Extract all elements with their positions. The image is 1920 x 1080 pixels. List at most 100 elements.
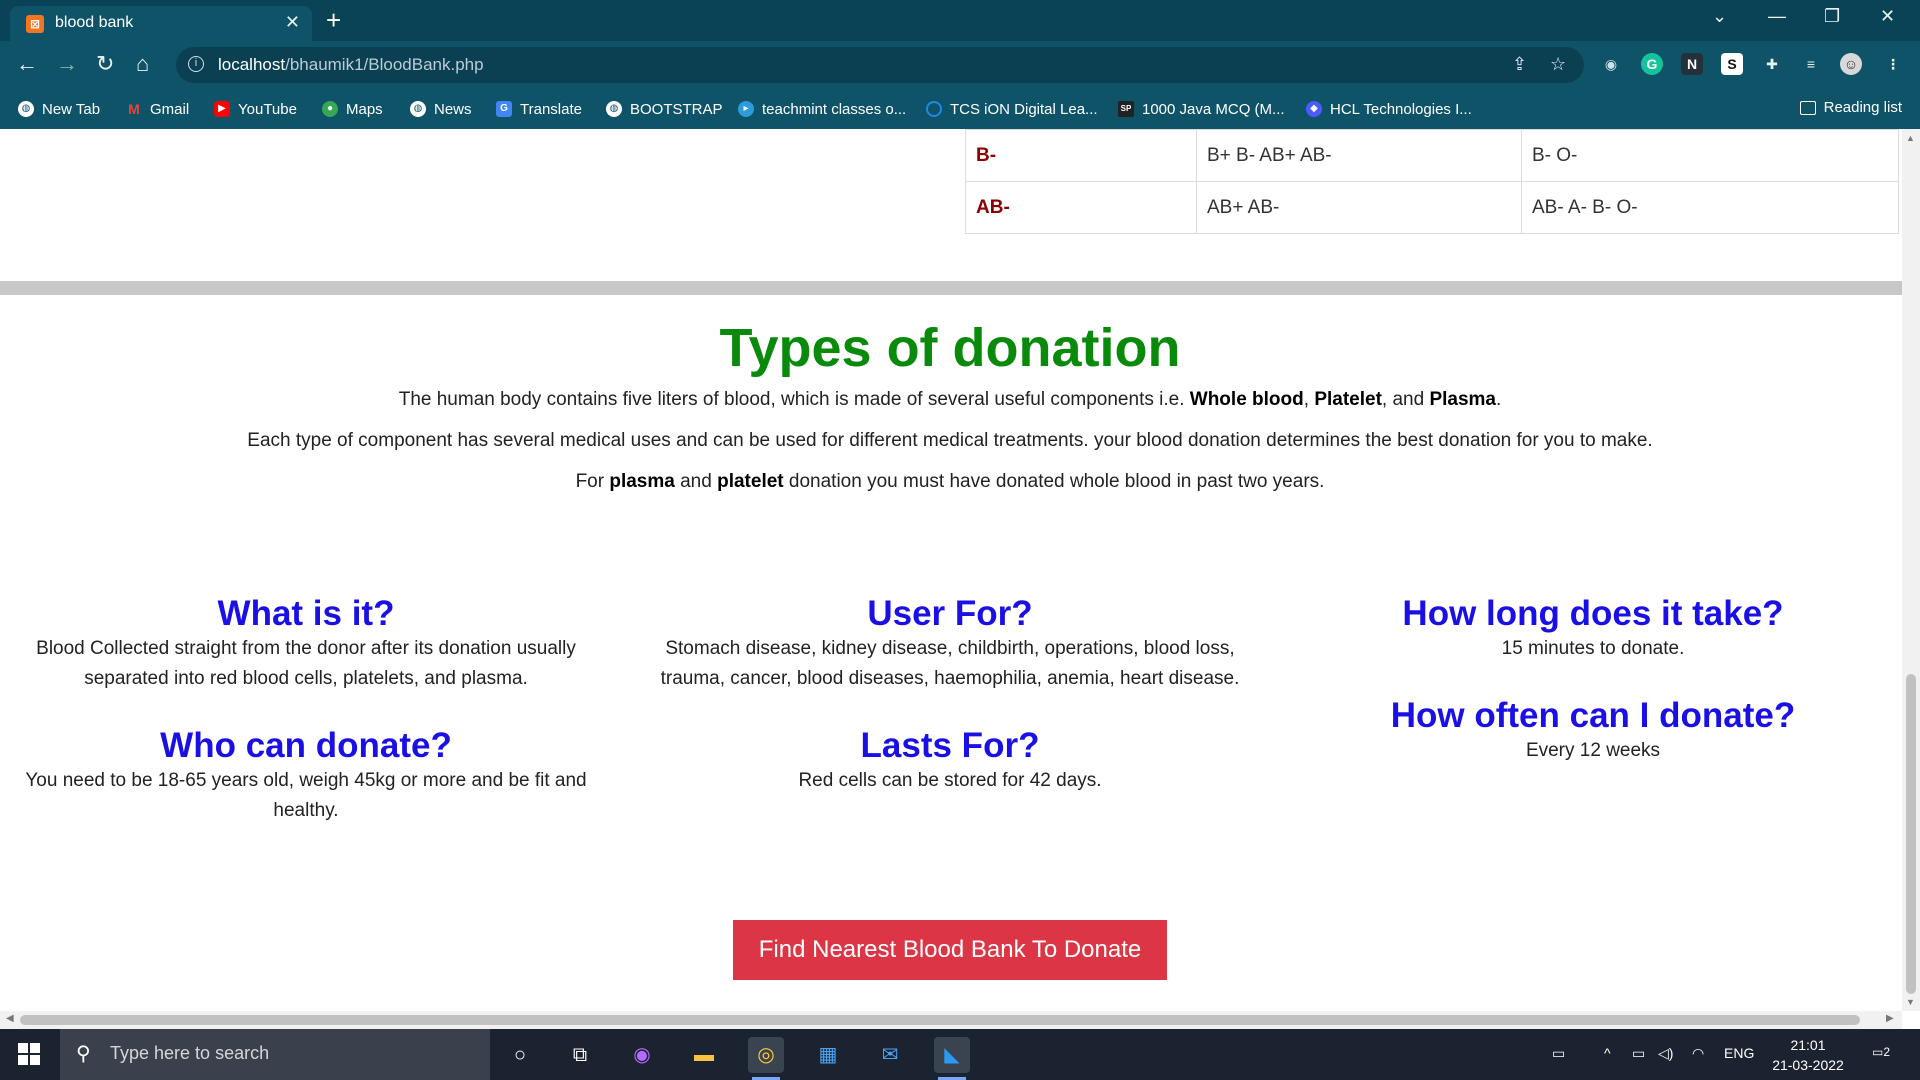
address-bar[interactable]: i localhost/bhaumik1/BloodBank.php ⇪ ☆ [176,47,1584,83]
bookmark-youtube[interactable]: ▶ YouTube [214,99,297,119]
cortana-icon[interactable]: ○ [502,1037,538,1073]
vertical-scroll-thumb[interactable] [1906,674,1916,994]
wifi-icon[interactable]: ◠ [1692,1045,1704,1062]
keyboard-icon[interactable]: ▭ [1552,1045,1565,1062]
how-long-section: How long does it take? 15 minutes to don… [1293,594,1893,664]
bookmark-bootstrap[interactable]: ◍ BOOTSTRAP [606,99,723,119]
profile-avatar[interactable]: ☺ [1840,53,1862,75]
home-icon[interactable]: ⌂ [136,51,149,77]
what-is-it-text: Blood Collected straight from the donor … [36,638,576,689]
translate-icon: G [496,101,512,117]
page-viewport: B- B+ B- AB+ AB- B- O- AB- AB+ AB- AB- A… [0,129,1902,1011]
teachmint-icon: ▸ [738,101,754,117]
tab-blood-bank[interactable]: ⊠ blood bank ✕ [10,6,312,41]
who-can-donate-heading: Who can donate? [160,726,452,765]
scroll-left-arrow-icon[interactable]: ◀ [6,1013,14,1024]
language-indicator[interactable]: ENG [1724,1045,1754,1061]
search-placeholder: Type here to search [110,1043,270,1063]
scroll-up-arrow-icon[interactable]: ▲ [1906,133,1915,143]
bookmark-teachmint[interactable]: ▸ teachmint classes o... [738,99,906,119]
table-row: B- B+ B- AB+ AB- B- O- [965,129,1899,182]
compatibility-table: B- B+ B- AB+ AB- B- O- AB- AB+ AB- AB- A… [965,129,1899,234]
horizontal-scroll-thumb[interactable] [20,1015,1860,1025]
blood-group-cell: AB- [965,181,1197,234]
task-view-icon[interactable]: ⧉ [562,1037,598,1073]
receive-from-cell: AB- A- B- O- [1521,181,1899,234]
battery-icon[interactable]: ▭ [1632,1045,1645,1062]
bookmark-star-icon[interactable]: ☆ [1550,54,1566,75]
bookmark-translate[interactable]: G Translate [496,99,582,119]
close-window-button[interactable]: ✕ [1880,6,1895,27]
bookmark-gmail[interactable]: M Gmail [126,99,189,119]
what-is-it-section: What is it? Blood Collected straight fro… [6,594,606,694]
s-extension-icon[interactable]: S [1721,53,1743,75]
bookmark-new-tab[interactable]: ◍ New Tab [18,99,100,119]
who-can-donate-text: You need to be 18-65 years old, weigh 45… [25,770,587,821]
how-long-heading: How long does it take? [1402,594,1784,633]
url-text: localhost/bhaumik1/BloodBank.php [218,55,484,74]
bookmark-tcs-ion[interactable]: TCS iON Digital Lea... [926,99,1098,119]
windows-taskbar: ⚲ Type here to search ○ ⧉ ◉ ▬ ◎ ▦ ✉ ◣ ▭ … [0,1029,1920,1080]
how-long-text: 15 minutes to donate. [1501,638,1685,659]
forward-arrow-icon[interactable]: → [56,51,78,77]
back-arrow-icon[interactable]: ← [16,51,38,77]
file-explorer-icon[interactable]: ▬ [686,1037,722,1073]
horizontal-scrollbar[interactable]: ◀ ▶ [0,1011,1902,1029]
chrome-taskbar-icon[interactable]: ◎ [748,1037,784,1080]
share-icon[interactable]: ⇪ [1512,54,1527,75]
site-info-icon[interactable]: i [188,56,204,72]
media-player-icon[interactable]: ◉ [624,1037,660,1073]
vscode-icon[interactable]: ◣ [934,1037,970,1080]
bookmarks-bar: ◍ New Tab M Gmail ▶ YouTube ● Maps ◍ New… [0,89,1920,129]
tcs-icon [926,101,942,117]
minimize-button[interactable]: — [1768,6,1786,27]
close-tab-icon[interactable]: ✕ [285,12,300,33]
clock[interactable]: 21:01 21-03-2022 [1764,1035,1852,1075]
bookmark-news[interactable]: ◍ News [410,99,472,119]
reload-icon[interactable]: ↻ [96,51,114,77]
tab-search-chevron-icon[interactable]: ⌄ [1712,6,1727,27]
browser-toolbar: ← → ↻ ⌂ i localhost/bhaumik1/BloodBank.p… [0,41,1920,89]
lasts-for-section: Lasts For? Red cells can be stored for 4… [650,726,1250,796]
components-paragraph: The human body contains five liters of b… [398,389,1502,410]
java-icon: SP [1118,101,1134,117]
chrome-menu-icon[interactable]: ⋮ [1882,53,1904,75]
bookmark-java-mcq[interactable]: SP 1000 Java MCQ (M... [1118,99,1285,119]
microsoft-store-icon[interactable]: ▦ [810,1037,846,1073]
media-controls-icon[interactable]: ≡ [1800,53,1822,75]
clock-time: 21:01 [1790,1037,1826,1053]
scroll-down-arrow-icon[interactable]: ▼ [1906,997,1915,1007]
how-often-section: How often can I donate? Every 12 weeks [1293,696,1893,766]
windows-start-icon[interactable] [18,1043,40,1065]
camera-extension-icon[interactable]: ◉ [1600,53,1622,75]
tray-chevron-icon[interactable]: ^ [1604,1045,1611,1061]
donate-to-cell: AB+ AB- [1196,181,1522,234]
tab-title: blood bank [55,14,134,31]
restore-button[interactable]: ❐ [1824,6,1840,27]
maps-pin-icon: ● [322,101,338,117]
section-divider [0,281,1902,295]
find-blood-bank-button[interactable]: Find Nearest Blood Bank To Donate [733,920,1167,980]
volume-icon[interactable]: ◁) [1658,1045,1673,1062]
vertical-scrollbar[interactable]: ▲ ▼ [1902,129,1920,1011]
hcl-icon: ◆ [1306,101,1322,117]
mail-icon[interactable]: ✉ [872,1037,908,1073]
new-tab-button[interactable]: + [326,6,341,34]
reading-list-button[interactable]: Reading list [1799,99,1902,116]
what-is-it-heading: What is it? [217,594,395,633]
used-for-section: User For? Stomach disease, kidney diseas… [650,594,1250,694]
grammarly-extension-icon[interactable]: G [1641,53,1663,75]
search-icon: ⚲ [76,1043,91,1065]
clock-date: 21-03-2022 [1772,1057,1844,1073]
taskbar-search-box[interactable]: ⚲ Type here to search [60,1029,490,1080]
bookmark-hcl[interactable]: ◆ HCL Technologies I... [1306,99,1472,119]
extensions-puzzle-icon[interactable]: ✚ [1761,53,1783,75]
used-for-heading: User For? [867,594,1033,633]
globe-icon: ◍ [606,101,622,117]
n-extension-icon[interactable]: N [1681,53,1703,75]
lasts-for-text: Red cells can be stored for 42 days. [798,770,1102,791]
browser-tab-strip: ⊠ blood bank ✕ + ⌄ — ❐ ✕ [0,0,1920,41]
notification-center-icon[interactable]: ▭2 [1872,1045,1890,1059]
bookmark-maps[interactable]: ● Maps [322,99,383,119]
scroll-right-arrow-icon[interactable]: ▶ [1886,1013,1894,1024]
